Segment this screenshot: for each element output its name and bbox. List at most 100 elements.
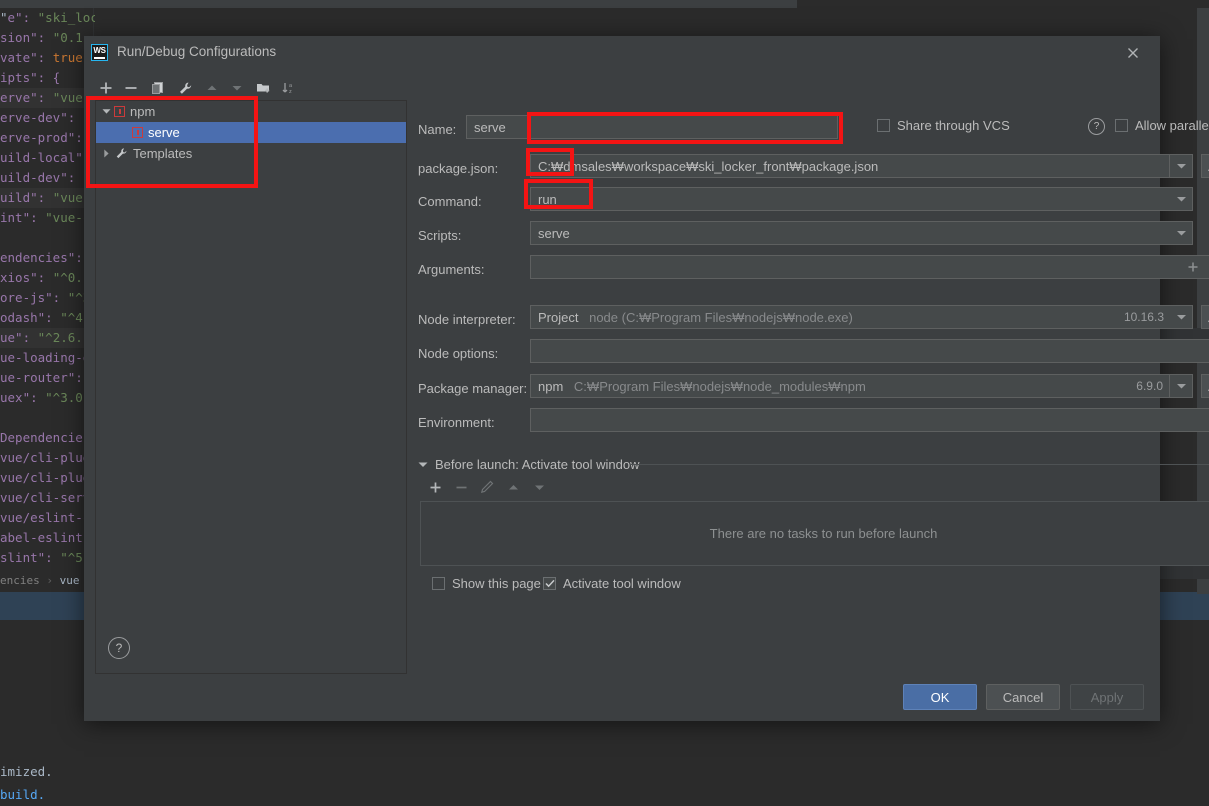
before-launch-header[interactable]: Before launch: Activate tool window — [418, 457, 640, 472]
pencil-icon[interactable] — [474, 476, 500, 498]
arguments-plus-icon[interactable] — [1182, 256, 1204, 278]
share-through-vcs-checkbox[interactable]: Share through VCS — [877, 118, 1010, 133]
arguments-input[interactable] — [530, 255, 1209, 279]
editor-line: sion": "0.1. — [0, 30, 91, 45]
activate-tool-window-checkbox[interactable]: Activate tool window — [543, 576, 681, 591]
chevron-right-icon[interactable] — [99, 149, 114, 158]
ok-button[interactable]: OK — [903, 684, 977, 710]
editor-line: vate": true, — [0, 50, 91, 65]
node-interpreter-label: Node interpreter: — [418, 312, 516, 327]
help-button[interactable]: ? — [108, 637, 130, 659]
webstorm-logo-bar — [94, 57, 105, 59]
ide-top-right-strip — [797, 0, 1209, 8]
editor-line: vue/cli-plug — [0, 470, 91, 485]
editor-line: vue/cli-serv — [0, 490, 91, 505]
command-combo[interactable]: run — [530, 187, 1193, 211]
apply-button-label: Apply — [1090, 689, 1124, 705]
editor-line: int": "vue-c — [0, 210, 91, 225]
breadcrumb-item[interactable]: encies — [0, 574, 40, 587]
package-json-combo[interactable]: C:₩dmsales₩workspace₩ski_locker_front₩pa… — [530, 154, 1193, 178]
node-interpreter-detail: node (C:₩Program Files₩nodejs₩node.exe) — [589, 309, 853, 325]
breadcrumb-item[interactable]: vue — [60, 574, 80, 587]
configurations-tree[interactable]: npm serve Templates — [95, 100, 407, 674]
tree-item-serve[interactable]: serve — [96, 122, 406, 143]
arrow-down-icon[interactable] — [226, 76, 248, 100]
scripts-value: serve — [538, 225, 570, 241]
remove-task-button[interactable] — [448, 476, 474, 498]
package-json-label: package.json: — [418, 161, 499, 176]
scripts-label: Scripts: — [418, 228, 462, 243]
node-options-label: Node options: — [418, 346, 499, 361]
cancel-button[interactable]: Cancel — [986, 684, 1060, 710]
screenshot-root: "e": "ski_locke sion": "0.1. vate": true, i… — [0, 0, 1209, 806]
sort-az-icon[interactable]: a z — [278, 76, 300, 100]
editor-line: ore-js": "^3 — [0, 290, 91, 305]
before-launch-divider — [630, 464, 1209, 465]
breadcrumb-separator: › — [39, 574, 60, 587]
show-page-checkbox-box — [432, 577, 445, 590]
editor-line: uild": "vue- — [0, 188, 95, 208]
node-interpreter-browse-button[interactable]: ... — [1201, 305, 1209, 329]
package-json-editor[interactable]: "e": "ski_locke sion": "0.1. vate": true, i… — [0, 8, 95, 568]
allow-parallel-run-checkbox[interactable]: Allow parallel run — [1115, 118, 1209, 133]
node-options-input[interactable] — [530, 339, 1209, 363]
environment-variables-icon[interactable] — [1204, 409, 1209, 431]
add-task-button[interactable] — [422, 476, 448, 498]
dialog-title-bar: WS Run/Debug Configurations — [84, 36, 1160, 68]
wrench-icon[interactable] — [174, 76, 196, 100]
node-interpreter-combo[interactable]: Project node (C:₩Program Files₩nodejs₩no… — [530, 305, 1193, 329]
package-json-chevron-down-icon[interactable] — [1169, 155, 1192, 177]
editor-line: erve": "vue- — [0, 88, 95, 108]
node-interpreter-version: 10.16.3 — [1123, 310, 1164, 324]
close-icon[interactable] — [1124, 44, 1142, 62]
before-launch-title: Before launch: Activate tool window — [435, 457, 640, 472]
npm-icon — [132, 127, 143, 138]
editor-line: ue": "^2.6.1 — [0, 328, 95, 348]
webstorm-logo-text: WS — [93, 46, 106, 55]
share-vcs-help-icon[interactable]: ? — [1088, 118, 1105, 135]
arrow-up-icon[interactable] — [201, 76, 223, 100]
environment-input[interactable] — [530, 408, 1209, 432]
folder-add-icon[interactable] — [252, 76, 274, 100]
command-chevron-down-icon[interactable] — [1170, 188, 1192, 210]
arguments-expand-icon[interactable] — [1204, 256, 1209, 278]
package-manager-browse-button[interactable]: ... — [1201, 374, 1209, 398]
show-page-label: Show this page — [452, 576, 541, 591]
add-configuration-button[interactable] — [95, 76, 117, 100]
package-json-value: C:₩dmsales₩workspace₩ski_locker_front₩pa… — [538, 158, 879, 174]
editor-line: slint": "^5. — [0, 550, 91, 565]
node-interpreter-chevron-down-icon[interactable] — [1170, 306, 1192, 328]
cancel-button-label: Cancel — [1002, 689, 1044, 705]
node-options-expand-icon[interactable] — [1204, 340, 1209, 362]
scripts-combo[interactable]: serve — [530, 221, 1193, 245]
remove-configuration-button[interactable] — [120, 76, 142, 100]
move-task-down-button[interactable] — [526, 476, 552, 498]
editor-line: uild-local": — [0, 150, 91, 165]
scripts-chevron-down-icon[interactable] — [1170, 222, 1192, 244]
before-launch-task-list[interactable]: There are no tasks to run before launch — [420, 501, 1209, 566]
package-manager-chevron-down-icon[interactable] — [1169, 375, 1192, 397]
help-button-label: ? — [115, 641, 123, 655]
copy-icon[interactable] — [147, 76, 169, 100]
tree-item-templates[interactable]: Templates — [96, 143, 406, 164]
editor-line: xios": "^0.1 — [0, 270, 91, 285]
console-line: build. — [0, 787, 46, 802]
editor-line: erve-prod": — [0, 130, 91, 145]
activate-tool-window-checkbox-box — [543, 577, 556, 590]
before-launch-empty-text: There are no tasks to run before launch — [709, 526, 938, 541]
environment-label: Environment: — [418, 415, 495, 430]
show-this-page-checkbox[interactable]: Show this page — [432, 576, 541, 591]
chevron-down-icon[interactable] — [99, 108, 114, 115]
name-input[interactable]: serve — [466, 115, 838, 139]
webstorm-logo-icon: WS — [91, 44, 108, 61]
move-task-up-button[interactable] — [500, 476, 526, 498]
apply-button[interactable]: Apply — [1070, 684, 1144, 710]
ok-button-label: OK — [930, 689, 950, 705]
tree-item-npm[interactable]: npm — [96, 101, 406, 122]
name-label: Name: — [418, 122, 457, 137]
share-vcs-label: Share through VCS — [897, 118, 1010, 133]
package-json-browse-button[interactable]: ... — [1201, 154, 1209, 178]
package-manager-combo[interactable]: npm C:₩Program Files₩nodejs₩node_modules… — [530, 374, 1193, 398]
before-launch-chevron-down-icon[interactable] — [418, 461, 428, 468]
